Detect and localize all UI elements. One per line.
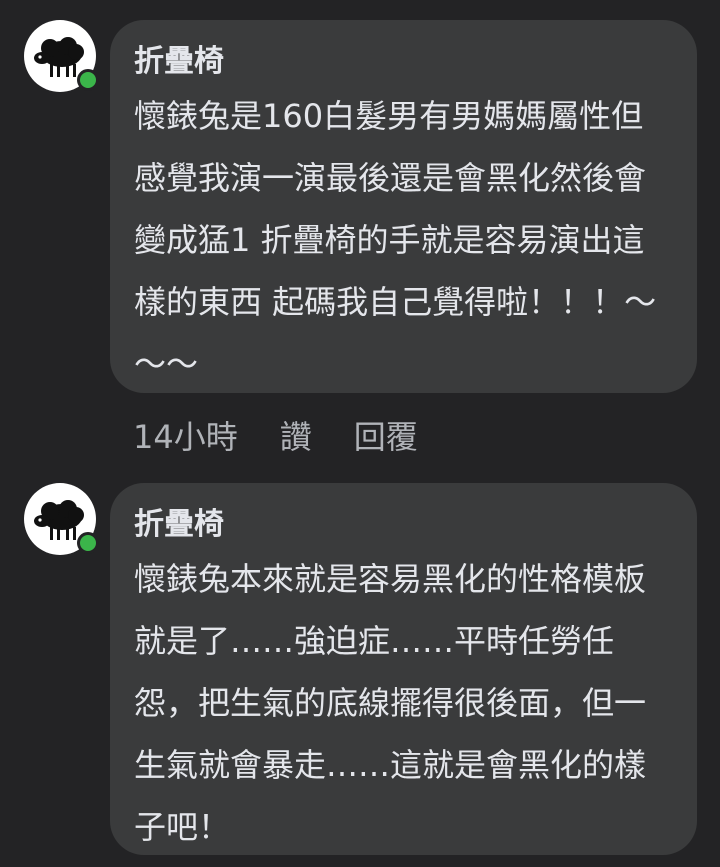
comment-bubble: 折疊椅 懷錶兔是160白髮男有男媽媽屬性但感覺我演一演最後還是會黑化然後會變成猛… bbox=[110, 20, 697, 393]
online-status-dot bbox=[77, 69, 99, 91]
online-status-dot bbox=[77, 532, 99, 554]
comment-actions: 14小時 讚 回覆 bbox=[133, 410, 460, 460]
comment-author[interactable]: 折疊椅 bbox=[134, 42, 673, 82]
like-button[interactable]: 讚 bbox=[280, 412, 312, 458]
comment-text: 懷錶兔是160白髮男有男媽媽屬性但感覺我演一演最後還是會黑化然後會變成猛1 折疊… bbox=[134, 97, 657, 383]
comment-author[interactable]: 折疊椅 bbox=[134, 505, 673, 545]
reply-button[interactable]: 回覆 bbox=[354, 412, 418, 458]
comment-timestamp[interactable]: 14小時 bbox=[133, 412, 238, 458]
comment-text: 懷錶兔本來就是容易黑化的性格模板就是了……強迫症……平時任勞任怨，把生氣的底線擺… bbox=[134, 560, 647, 846]
comment-bubble: 折疊椅 懷錶兔本來就是容易黑化的性格模板就是了……強迫症……平時任勞任怨，把生氣… bbox=[110, 483, 697, 855]
